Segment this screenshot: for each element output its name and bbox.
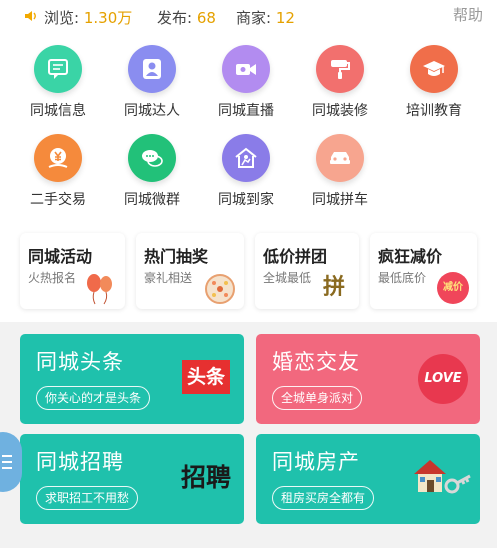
card-subtitle-pill: 租房买房全都有: [272, 486, 375, 510]
yen-coin-icon: [34, 134, 82, 182]
grid-item-renovation[interactable]: 同城装修: [293, 45, 387, 125]
grid-label: 培训教育: [406, 103, 462, 119]
headline-logo-icon: 头条: [182, 360, 230, 394]
side-menu-tab[interactable]: [0, 432, 22, 492]
grid-label: 同城直播: [218, 103, 274, 119]
promo-title: 同城活动: [28, 247, 93, 266]
merchants-stat: 商家: 12: [236, 9, 295, 27]
grid-item-carpool[interactable]: 同城拼车: [293, 134, 387, 214]
car-icon: [316, 134, 364, 182]
grid-item-local-info[interactable]: 同城信息: [11, 45, 105, 125]
video-camera-icon: [222, 45, 270, 93]
speaker-icon: [25, 11, 36, 21]
balloons-icon: [87, 274, 112, 305]
feature-card-real-estate[interactable]: 同城房产 租房买房全都有: [256, 434, 480, 524]
views-stat: 浏览: 1.30万: [44, 9, 133, 27]
user-badge-icon: [128, 45, 176, 93]
promo-title: 疯狂减价: [378, 247, 443, 266]
grid-label: 同城达人: [124, 103, 180, 119]
card-subtitle-pill: 你关心的才是头条: [36, 386, 151, 410]
love-logo-icon: LOVE: [418, 354, 468, 404]
love-logo-text: LOVE: [424, 371, 462, 386]
grid-item-second-hand[interactable]: 二手交易: [11, 134, 105, 214]
recruit-logo-text: 招聘: [180, 463, 231, 492]
grid-label: 同城到家: [218, 192, 274, 208]
group-buy-icon: 拼: [315, 271, 353, 305]
promo-subtitle: 豪礼相送: [144, 271, 193, 285]
grid-item-live-stream[interactable]: 同城直播: [199, 45, 293, 125]
sale-logo-text: 减价: [443, 282, 463, 293]
feature-card-headlines[interactable]: 同城头条 你关心的才是头条 头条: [20, 334, 244, 424]
message-icon: [34, 45, 82, 93]
grid-label: 同城微群: [124, 192, 180, 208]
grid-item-local-expert[interactable]: 同城达人: [105, 45, 199, 125]
card-subtitle-pill: 求职招工不用愁: [36, 486, 139, 510]
paint-roller-icon: [316, 45, 364, 93]
card-title: 同城房产: [272, 450, 360, 474]
promo-title: 热门抽奖: [144, 247, 209, 266]
feature-card-recruitment[interactable]: 同城招聘 求职招工不用愁 招聘: [20, 434, 244, 524]
house-key-icon: [414, 460, 471, 494]
promo-card-events[interactable]: 同城活动 火热报名: [20, 233, 125, 309]
recruit-logo-icon: 招聘: [178, 456, 234, 500]
promo-subtitle: 全城最低: [263, 271, 312, 285]
promo-subtitle: 最低底价: [378, 271, 427, 285]
help-link[interactable]: 帮助: [453, 4, 483, 25]
promo-card-group-buy[interactable]: 低价拼团 全城最低 拼: [255, 233, 359, 309]
grid-item-education[interactable]: 培训教育: [387, 45, 481, 125]
grid-label: 同城装修: [312, 103, 368, 119]
card-subtitle-pill: 全城单身派对: [272, 386, 363, 410]
posts-stat: 发布: 68: [157, 9, 216, 27]
group-buy-logo-text: 拼: [322, 275, 345, 300]
card-title: 婚恋交友: [272, 350, 360, 374]
promo-card-lottery[interactable]: 热门抽奖 豪礼相送: [136, 233, 244, 309]
grid-item-wechat-group[interactable]: 同城微群: [105, 134, 199, 214]
grid-label: 二手交易: [30, 192, 86, 208]
promo-card-price-cut[interactable]: 疯狂减价 最低底价 减价: [370, 233, 477, 309]
grid-label: 同城信息: [30, 103, 86, 119]
feature-cards-area: 同城头条 你关心的才是头条 头条 婚恋交友 全城单身派对 LOVE 同城招聘 求…: [0, 322, 497, 548]
graduation-cap-icon: [410, 45, 458, 93]
chat-bubbles-icon: [128, 134, 176, 182]
stats-bar: 浏览: 1.30万 发布: 68 商家: 12 帮助: [0, 0, 497, 34]
headline-logo-text: 头条: [186, 366, 225, 388]
promo-title: 低价拼团: [263, 247, 328, 266]
grid-label: 同城拼车: [312, 192, 368, 208]
menu-icon: [2, 455, 12, 469]
promo-subtitle: 火热报名: [28, 271, 77, 285]
card-title: 同城头条: [36, 350, 124, 374]
card-title: 同城招聘: [36, 450, 124, 474]
grid-item-home-service[interactable]: 同城到家: [199, 134, 293, 214]
house-delivery-icon: [222, 134, 270, 182]
feature-card-dating[interactable]: 婚恋交友 全城单身派对 LOVE: [256, 334, 480, 424]
prize-wheel-icon: [205, 274, 235, 304]
sale-tag-icon: 减价: [437, 272, 469, 304]
